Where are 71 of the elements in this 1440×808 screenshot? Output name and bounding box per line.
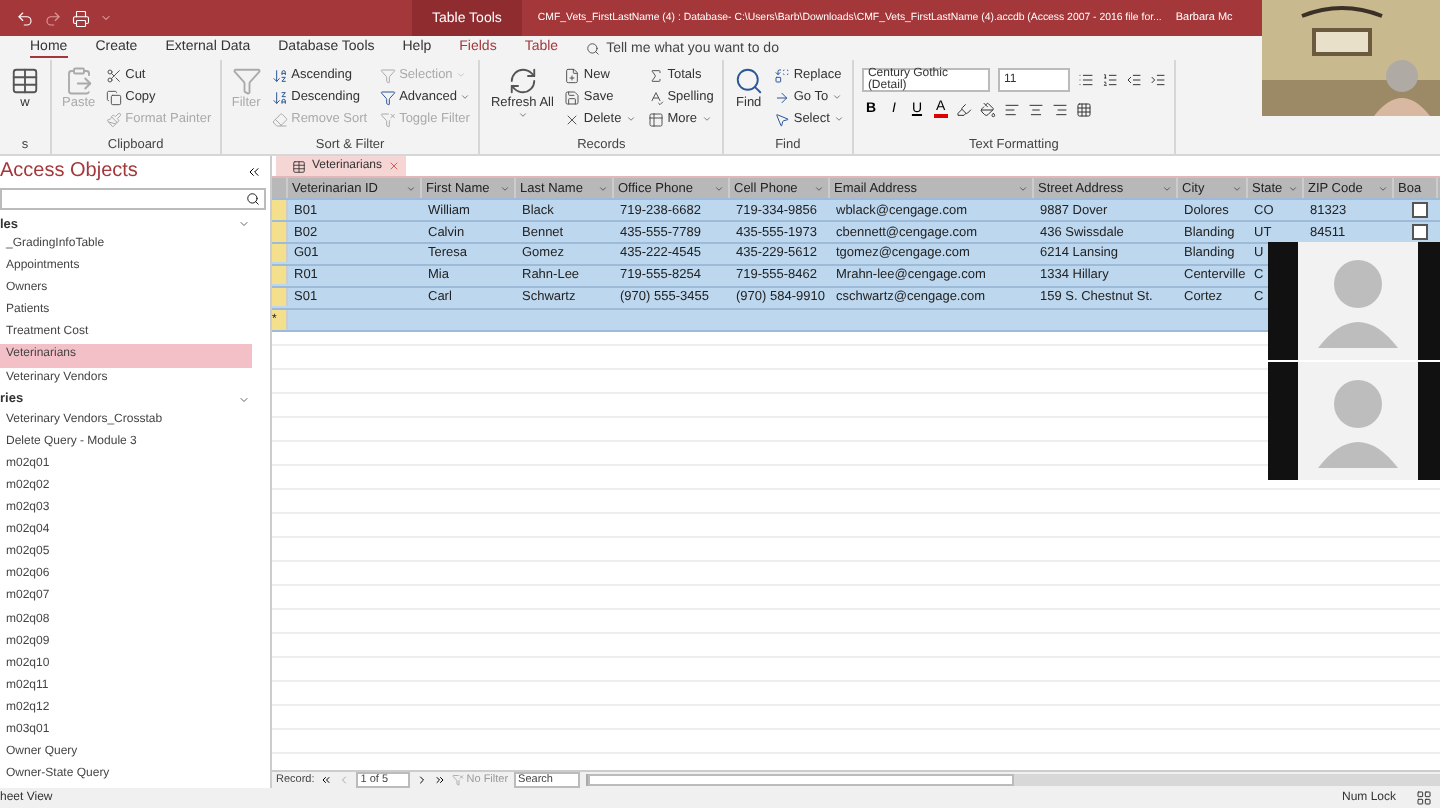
collapse-icon <box>238 218 250 230</box>
align-center-icon <box>1027 101 1044 117</box>
funnel-x-icon <box>379 111 396 127</box>
search-icon <box>586 41 601 55</box>
new-record-icon <box>563 67 580 83</box>
avatar-icon <box>1313 375 1401 467</box>
copy-icon <box>105 89 122 105</box>
caret-icon <box>460 92 471 102</box>
funnel-icon <box>231 66 262 96</box>
datasheet-view-icon <box>1416 790 1432 806</box>
sigma-icon <box>647 67 664 83</box>
refresh-icon <box>507 66 538 96</box>
arrow-right-icon <box>773 89 790 105</box>
caret-icon <box>701 114 712 124</box>
next-record-button[interactable] <box>416 774 429 786</box>
delete-icon <box>563 111 580 127</box>
avatar-icon <box>1313 255 1401 347</box>
funnel-x-icon <box>452 774 465 786</box>
align-right-icon <box>1051 101 1068 117</box>
checkbox[interactable] <box>1411 224 1427 240</box>
funnel-icon <box>379 89 396 105</box>
caret-icon <box>500 183 510 193</box>
nav-pane-title: Access Objects <box>0 160 138 182</box>
caret-icon <box>625 114 636 124</box>
caret-icon <box>814 183 824 193</box>
numbering-icon <box>1101 72 1118 88</box>
horizontal-scrollbar[interactable] <box>586 774 1440 786</box>
paintbrush-icon <box>105 111 122 127</box>
printer-icon <box>72 9 90 27</box>
caret-icon <box>517 110 528 120</box>
checkbox[interactable] <box>1411 202 1427 218</box>
search-icon <box>733 66 764 96</box>
collapse-icon <box>246 163 262 179</box>
undo-icon <box>16 9 34 27</box>
highlighter-icon <box>955 101 972 117</box>
search-icon <box>246 192 260 206</box>
caret-icon <box>1162 183 1172 193</box>
first-record-button[interactable] <box>320 774 333 786</box>
scissors-icon <box>105 67 122 83</box>
caret-icon <box>832 92 843 102</box>
sort-descending-icon <box>271 89 288 105</box>
close-icon <box>388 160 401 172</box>
caret-icon <box>1018 183 1028 193</box>
caret-icon <box>833 114 844 124</box>
spellcheck-icon <box>647 89 664 105</box>
paste-icon <box>63 66 94 96</box>
collapse-icon <box>238 393 250 406</box>
caret-icon <box>714 183 724 193</box>
indent-icon <box>1149 72 1166 88</box>
funnel-icon <box>379 67 396 83</box>
sort-ascending-icon <box>271 67 288 83</box>
caret-icon <box>406 183 416 193</box>
redo-icon <box>44 9 62 27</box>
table-icon <box>647 111 664 127</box>
save-icon <box>563 89 580 105</box>
caret-icon <box>100 12 112 24</box>
pointer-icon <box>773 111 790 127</box>
caret-icon <box>1232 183 1242 193</box>
bullets-icon <box>1077 72 1094 88</box>
caret-icon <box>1288 183 1298 193</box>
align-left-icon <box>1003 101 1020 117</box>
nav-search-field[interactable] <box>0 188 266 210</box>
view-icon <box>10 66 40 96</box>
caret-icon <box>1378 183 1388 193</box>
eraser-icon <box>271 111 288 127</box>
previous-record-button[interactable] <box>338 774 351 786</box>
caret-icon <box>456 70 467 80</box>
table-icon <box>292 159 306 173</box>
gridlines-icon <box>1075 101 1092 117</box>
paint-bucket-icon <box>979 101 996 117</box>
caret-icon <box>598 183 608 193</box>
